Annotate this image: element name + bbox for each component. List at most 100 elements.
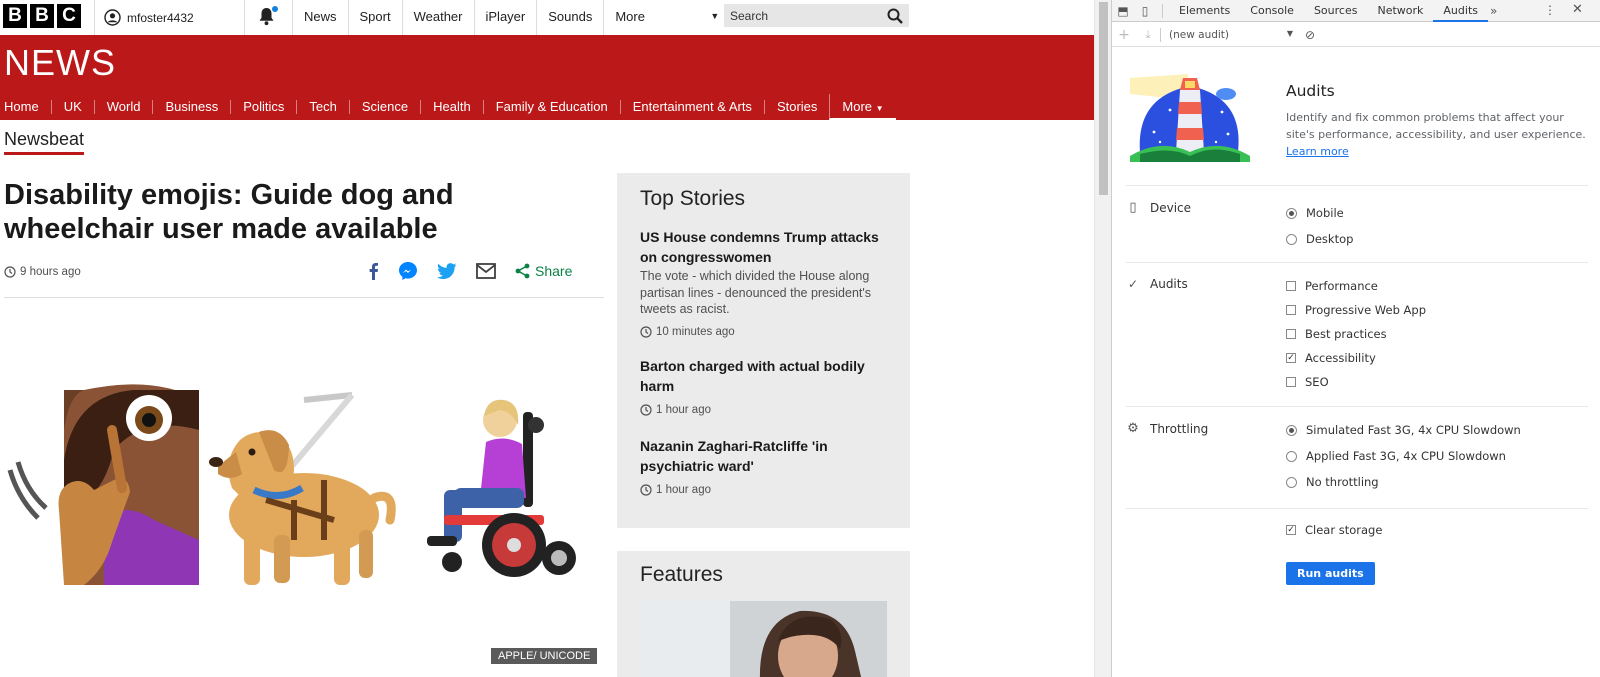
accessibility-checkbox[interactable]: ✓ xyxy=(1286,353,1296,363)
scrollbar-thumb[interactable] xyxy=(1099,2,1108,195)
news-nav-entertainment-arts[interactable]: Entertainment & Arts xyxy=(619,100,764,114)
kebab-menu-icon[interactable]: ⋮ xyxy=(1544,3,1556,17)
no-throttling-radio[interactable] xyxy=(1286,476,1297,488)
top-story[interactable]: Barton charged with actual bodily harm 1… xyxy=(640,356,890,416)
best-practices-checkbox[interactable] xyxy=(1286,329,1296,339)
clear-storage-checkbox[interactable]: ✓ xyxy=(1286,525,1296,535)
email-icon[interactable] xyxy=(476,263,496,279)
phone-icon: ▯ xyxy=(1129,200,1137,215)
section-divider xyxy=(1126,508,1588,509)
option-label: No throttling xyxy=(1306,475,1379,489)
throttling-option-applied[interactable]: Applied Fast 3G, 4x CPU Slowdown xyxy=(1286,449,1506,463)
applied-radio[interactable] xyxy=(1286,450,1297,462)
option-label: Progressive Web App xyxy=(1305,303,1427,317)
news-nav-tech[interactable]: Tech xyxy=(296,100,348,114)
run-audits-button[interactable]: Run audits xyxy=(1286,562,1375,585)
global-nav-weather[interactable]: Weather xyxy=(401,0,474,35)
audit-option-seo[interactable]: SEO xyxy=(1286,375,1329,389)
global-nav-more[interactable]: More ▼ xyxy=(603,0,729,35)
device-option-desktop[interactable]: Desktop xyxy=(1286,232,1353,246)
device-toolbar-icon[interactable]: ▯ xyxy=(1134,4,1156,18)
article-meta: 9 hours ago xyxy=(4,266,81,278)
more-tabs-icon[interactable]: » xyxy=(1490,4,1497,18)
option-label: Clear storage xyxy=(1305,523,1383,537)
tab-audits[interactable]: Audits xyxy=(1433,0,1488,22)
close-icon[interactable]: ✕ xyxy=(1572,2,1583,17)
audit-option-accessibility[interactable]: ✓ Accessibility xyxy=(1286,351,1376,365)
throttling-option-none[interactable]: No throttling xyxy=(1286,475,1379,489)
news-nav-science[interactable]: Science xyxy=(348,100,420,114)
audit-option-best-practices[interactable]: Best practices xyxy=(1286,327,1387,341)
top-stories-panel: Top Stories US House condemns Trump atta… xyxy=(617,173,910,528)
news-nav-stories[interactable]: Stories xyxy=(763,100,829,114)
simulated-radio[interactable] xyxy=(1286,424,1297,436)
bbc-logo[interactable]: B B C xyxy=(3,4,81,28)
account-name: mfoster4432 xyxy=(127,10,194,25)
tab-sources[interactable]: Sources xyxy=(1304,0,1368,22)
mobile-radio[interactable] xyxy=(1286,207,1297,219)
top-story[interactable]: Nazanin Zaghari-Ratcliffe 'in psychiatri… xyxy=(640,436,890,496)
clear-storage-option[interactable]: ✓ Clear storage xyxy=(1286,523,1382,537)
search-icon[interactable] xyxy=(887,8,903,24)
download-icon[interactable]: ⤓ xyxy=(1136,28,1160,42)
global-nav-sounds[interactable]: Sounds xyxy=(536,0,603,35)
share-button[interactable]: Share xyxy=(515,263,572,279)
gear-icon: ⚙ xyxy=(1127,421,1139,436)
pwa-checkbox[interactable] xyxy=(1286,305,1296,315)
option-label: SEO xyxy=(1305,375,1329,389)
audit-select[interactable]: (new audit) ▼ xyxy=(1169,29,1293,41)
news-nav-business[interactable]: Business xyxy=(152,100,230,114)
clock-icon xyxy=(640,484,652,496)
news-logo[interactable]: NEWS xyxy=(4,43,116,83)
news-nav-family-education[interactable]: Family & Education xyxy=(482,100,620,114)
emoji-illustration xyxy=(7,384,576,585)
notifications-button[interactable] xyxy=(258,6,278,31)
audit-option-performance[interactable]: Performance xyxy=(1286,279,1378,293)
features-title: Features xyxy=(640,563,723,586)
option-label: Mobile xyxy=(1306,206,1344,220)
global-nav-news[interactable]: News xyxy=(292,0,348,35)
logo-letter: C xyxy=(57,4,81,28)
tab-console[interactable]: Console xyxy=(1240,0,1304,22)
facebook-icon[interactable] xyxy=(367,262,379,280)
throttling-option-simulated[interactable]: Simulated Fast 3G, 4x CPU Slowdown xyxy=(1286,423,1521,437)
feature-image[interactable] xyxy=(640,601,887,677)
story-time-text: 1 hour ago xyxy=(656,404,711,416)
story-time: 1 hour ago xyxy=(640,404,890,416)
learn-more-link[interactable]: Learn more xyxy=(1286,145,1349,158)
device-option-mobile[interactable]: Mobile xyxy=(1286,206,1344,220)
article-timestamp: 9 hours ago xyxy=(20,266,81,278)
global-nav-sport[interactable]: Sport xyxy=(347,0,402,35)
news-nav-world[interactable]: World xyxy=(93,100,153,114)
story-title[interactable]: Barton charged with actual bodily harm xyxy=(640,356,890,396)
global-nav-iplayer[interactable]: iPlayer xyxy=(473,0,537,35)
messenger-icon[interactable] xyxy=(398,261,418,281)
performance-checkbox[interactable] xyxy=(1286,281,1296,291)
inspect-icon[interactable]: ⬒ xyxy=(1112,4,1134,18)
option-label: Desktop xyxy=(1306,232,1354,246)
seo-checkbox[interactable] xyxy=(1286,377,1296,387)
story-title[interactable]: US House condemns Trump attacks on congr… xyxy=(640,227,890,267)
clear-icon[interactable]: ⊘ xyxy=(1305,28,1315,42)
desktop-radio[interactable] xyxy=(1286,233,1297,245)
screen: B B C mfoster4432 News Sport Weather iPl… xyxy=(0,0,1600,677)
tab-elements[interactable]: Elements xyxy=(1169,0,1240,22)
news-nav-politics[interactable]: Politics xyxy=(230,100,296,114)
news-nav-home[interactable]: Home xyxy=(0,100,51,114)
bbc-news-page: B B C mfoster4432 News Sport Weather iPl… xyxy=(0,0,1094,677)
story-title[interactable]: Nazanin Zaghari-Ratcliffe 'in psychiatri… xyxy=(640,436,890,476)
share-icon xyxy=(515,263,530,279)
section-link-newsbeat[interactable]: Newsbeat xyxy=(4,129,85,155)
add-audit-icon[interactable]: + xyxy=(1112,27,1136,43)
search-box[interactable]: Search xyxy=(724,4,909,27)
page-scrollbar[interactable] xyxy=(1094,0,1111,677)
feature-photo xyxy=(640,601,887,677)
news-nav-health[interactable]: Health xyxy=(420,100,483,114)
tab-network[interactable]: Network xyxy=(1367,0,1433,22)
audit-option-pwa[interactable]: Progressive Web App xyxy=(1286,303,1426,317)
news-nav-uk[interactable]: UK xyxy=(50,100,94,114)
top-story[interactable]: US House condemns Trump attacks on congr… xyxy=(640,227,890,338)
twitter-icon[interactable] xyxy=(437,262,457,280)
account-link[interactable]: mfoster4432 xyxy=(104,0,194,35)
news-nav-more[interactable]: More ▼ xyxy=(829,94,896,120)
